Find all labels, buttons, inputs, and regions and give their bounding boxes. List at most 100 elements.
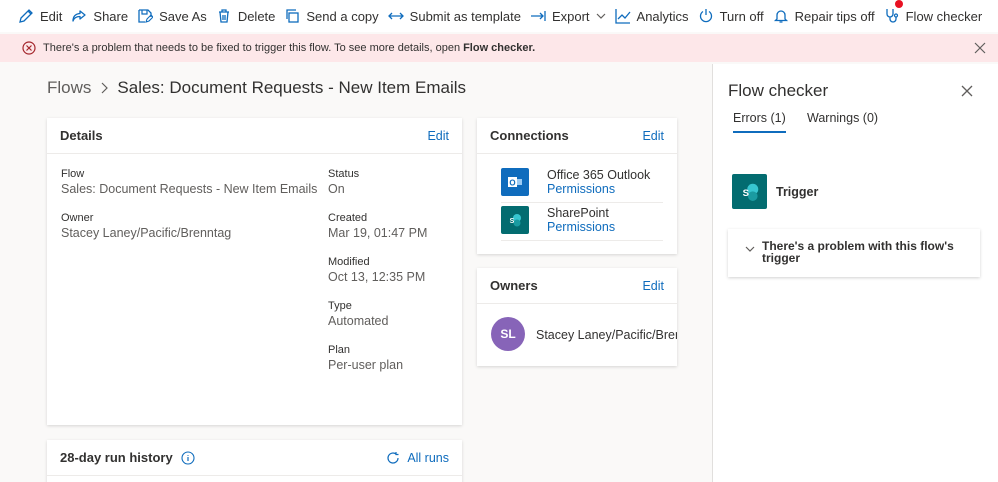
type-value: Automated xyxy=(328,314,389,328)
problem-text: There's a problem with this flow's trigg… xyxy=(762,239,954,265)
share-icon xyxy=(72,10,87,22)
breadcrumb: Flows Sales: Document Requests - New Ite… xyxy=(47,78,466,98)
share-label: Share xyxy=(93,8,129,24)
run-history-card: 28-day run history All runs xyxy=(47,440,462,482)
tab-errors[interactable]: Errors (1) xyxy=(733,111,786,133)
all-runs-label: All runs xyxy=(407,450,449,465)
turn-off-label: Turn off xyxy=(719,8,764,24)
flow-value: Sales: Document Requests - New Item Emai… xyxy=(61,182,318,196)
analytics-label: Analytics xyxy=(636,8,689,24)
breadcrumb-flows-link[interactable]: Flows xyxy=(47,78,91,98)
owner-label: Owner xyxy=(61,212,94,224)
outlook-icon: O xyxy=(501,168,529,196)
error-circle-icon xyxy=(22,41,36,55)
save-as-button[interactable]: Save As xyxy=(135,0,214,32)
edit-button[interactable]: Edit xyxy=(16,0,69,32)
details-edit-link[interactable]: Edit xyxy=(427,129,449,143)
chevron-down-icon xyxy=(745,246,755,252)
send-a-copy-label: Send a copy xyxy=(306,8,379,24)
plan-value: Per-user plan xyxy=(328,358,404,372)
export-label: Export xyxy=(551,8,590,24)
created-label: Created xyxy=(328,212,368,224)
trigger-label: Trigger xyxy=(776,185,819,199)
connection-outlook: O Office 365 Outlook Permissions xyxy=(501,168,650,196)
copy-icon xyxy=(286,9,300,23)
owners-title: Owners xyxy=(490,278,538,293)
owners-header: Owners Edit xyxy=(477,268,677,304)
pencil-icon xyxy=(19,9,33,23)
panel-title: Flow checker xyxy=(728,81,829,100)
svg-text:S: S xyxy=(510,218,515,225)
connections-header: Connections Edit xyxy=(477,118,677,154)
owner-value: Stacey Laney/Pacific/Brenntag xyxy=(61,226,232,240)
page-title: Sales: Document Requests - New Item Emai… xyxy=(117,78,467,97)
stethoscope-icon xyxy=(885,9,898,23)
status-value: On xyxy=(328,182,345,196)
power-icon xyxy=(699,9,712,23)
flow-label: Flow xyxy=(61,168,85,180)
send-a-copy-button[interactable]: Send a copy xyxy=(282,0,385,32)
connections-edit-link[interactable]: Edit xyxy=(642,129,664,143)
permissions-link[interactable]: Permissions xyxy=(547,182,650,196)
error-banner: There's a problem that needs to be fixed… xyxy=(0,34,998,62)
permissions-link[interactable]: Permissions xyxy=(547,220,615,234)
repair-tips-off-label: Repair tips off xyxy=(794,8,875,24)
edit-label: Edit xyxy=(40,8,63,24)
modified-label: Modified xyxy=(328,256,370,268)
share-button[interactable]: Share xyxy=(69,0,135,32)
sharepoint-icon: S xyxy=(732,174,767,209)
avatar: SL xyxy=(491,317,525,351)
connection-name: SharePoint xyxy=(547,206,609,220)
submit-as-template-button[interactable]: Submit as template xyxy=(386,0,528,32)
command-bar: Edit Share Save As Delete Send a copy Su… xyxy=(0,0,998,32)
close-panel-icon[interactable] xyxy=(961,85,973,97)
banner-flow-checker-link[interactable]: Flow checker. xyxy=(463,42,535,54)
divider xyxy=(501,202,663,203)
owners-card: Owners Edit SL Stacey Laney/Pacific/Bren… xyxy=(477,268,677,366)
run-history-title: 28-day run history xyxy=(60,450,173,465)
turn-off-button[interactable]: Turn off xyxy=(696,0,771,32)
details-header: Details Edit xyxy=(47,118,462,154)
svg-text:S: S xyxy=(742,188,749,199)
status-label: Status xyxy=(328,168,360,180)
details-card: Details Edit Flow Sales: Document Reques… xyxy=(47,118,462,425)
type-label: Type xyxy=(328,300,352,312)
chevron-down-icon xyxy=(596,13,605,19)
save-as-icon xyxy=(138,9,154,23)
analytics-button[interactable]: Analytics xyxy=(613,0,696,32)
connection-name: Office 365 Outlook xyxy=(547,168,651,182)
all-runs-link[interactable]: All runs xyxy=(386,451,449,465)
details-title: Details xyxy=(60,128,103,143)
notification-dot xyxy=(894,0,903,8)
bell-icon xyxy=(773,10,788,23)
created-value: Mar 19, 01:47 PM xyxy=(328,226,428,240)
submit-as-template-label: Submit as template xyxy=(409,8,521,24)
plan-label: Plan xyxy=(328,344,351,356)
problem-item[interactable]: There's a problem with this flow's trigg… xyxy=(728,229,980,277)
svg-text:O: O xyxy=(509,179,515,188)
info-icon[interactable] xyxy=(181,450,195,465)
delete-button[interactable]: Delete xyxy=(214,0,283,32)
connections-card: Connections Edit O Office 365 Outlook Pe… xyxy=(477,118,677,254)
chevron-right-icon xyxy=(101,82,109,94)
repair-tips-off-button[interactable]: Repair tips off xyxy=(771,0,882,32)
delete-label: Delete xyxy=(237,8,276,24)
tab-warnings[interactable]: Warnings (0) xyxy=(807,111,878,131)
flow-checker-panel: Flow checker Errors (1) Warnings (0) S T… xyxy=(712,64,998,482)
flow-checker-button[interactable]: Flow checker xyxy=(882,0,990,32)
connection-sharepoint: S SharePoint Permissions xyxy=(501,206,615,234)
export-dropdown[interactable]: Export xyxy=(528,0,613,32)
owner-name: Stacey Laney/Pacific/Brenntag xyxy=(536,328,677,342)
modified-value: Oct 13, 12:35 PM xyxy=(328,270,426,284)
flow-checker-label: Flow checker xyxy=(905,8,983,24)
analytics-icon xyxy=(614,9,631,24)
save-as-label: Save As xyxy=(159,8,207,24)
sharepoint-icon: S xyxy=(501,206,529,234)
close-banner-icon[interactable] xyxy=(974,42,986,54)
refresh-icon xyxy=(387,451,399,464)
export-icon xyxy=(530,11,546,21)
owners-edit-link[interactable]: Edit xyxy=(642,279,664,293)
divider xyxy=(501,240,663,241)
trash-icon xyxy=(218,9,229,23)
banner-message: There's a problem that needs to be fixed… xyxy=(43,42,461,54)
